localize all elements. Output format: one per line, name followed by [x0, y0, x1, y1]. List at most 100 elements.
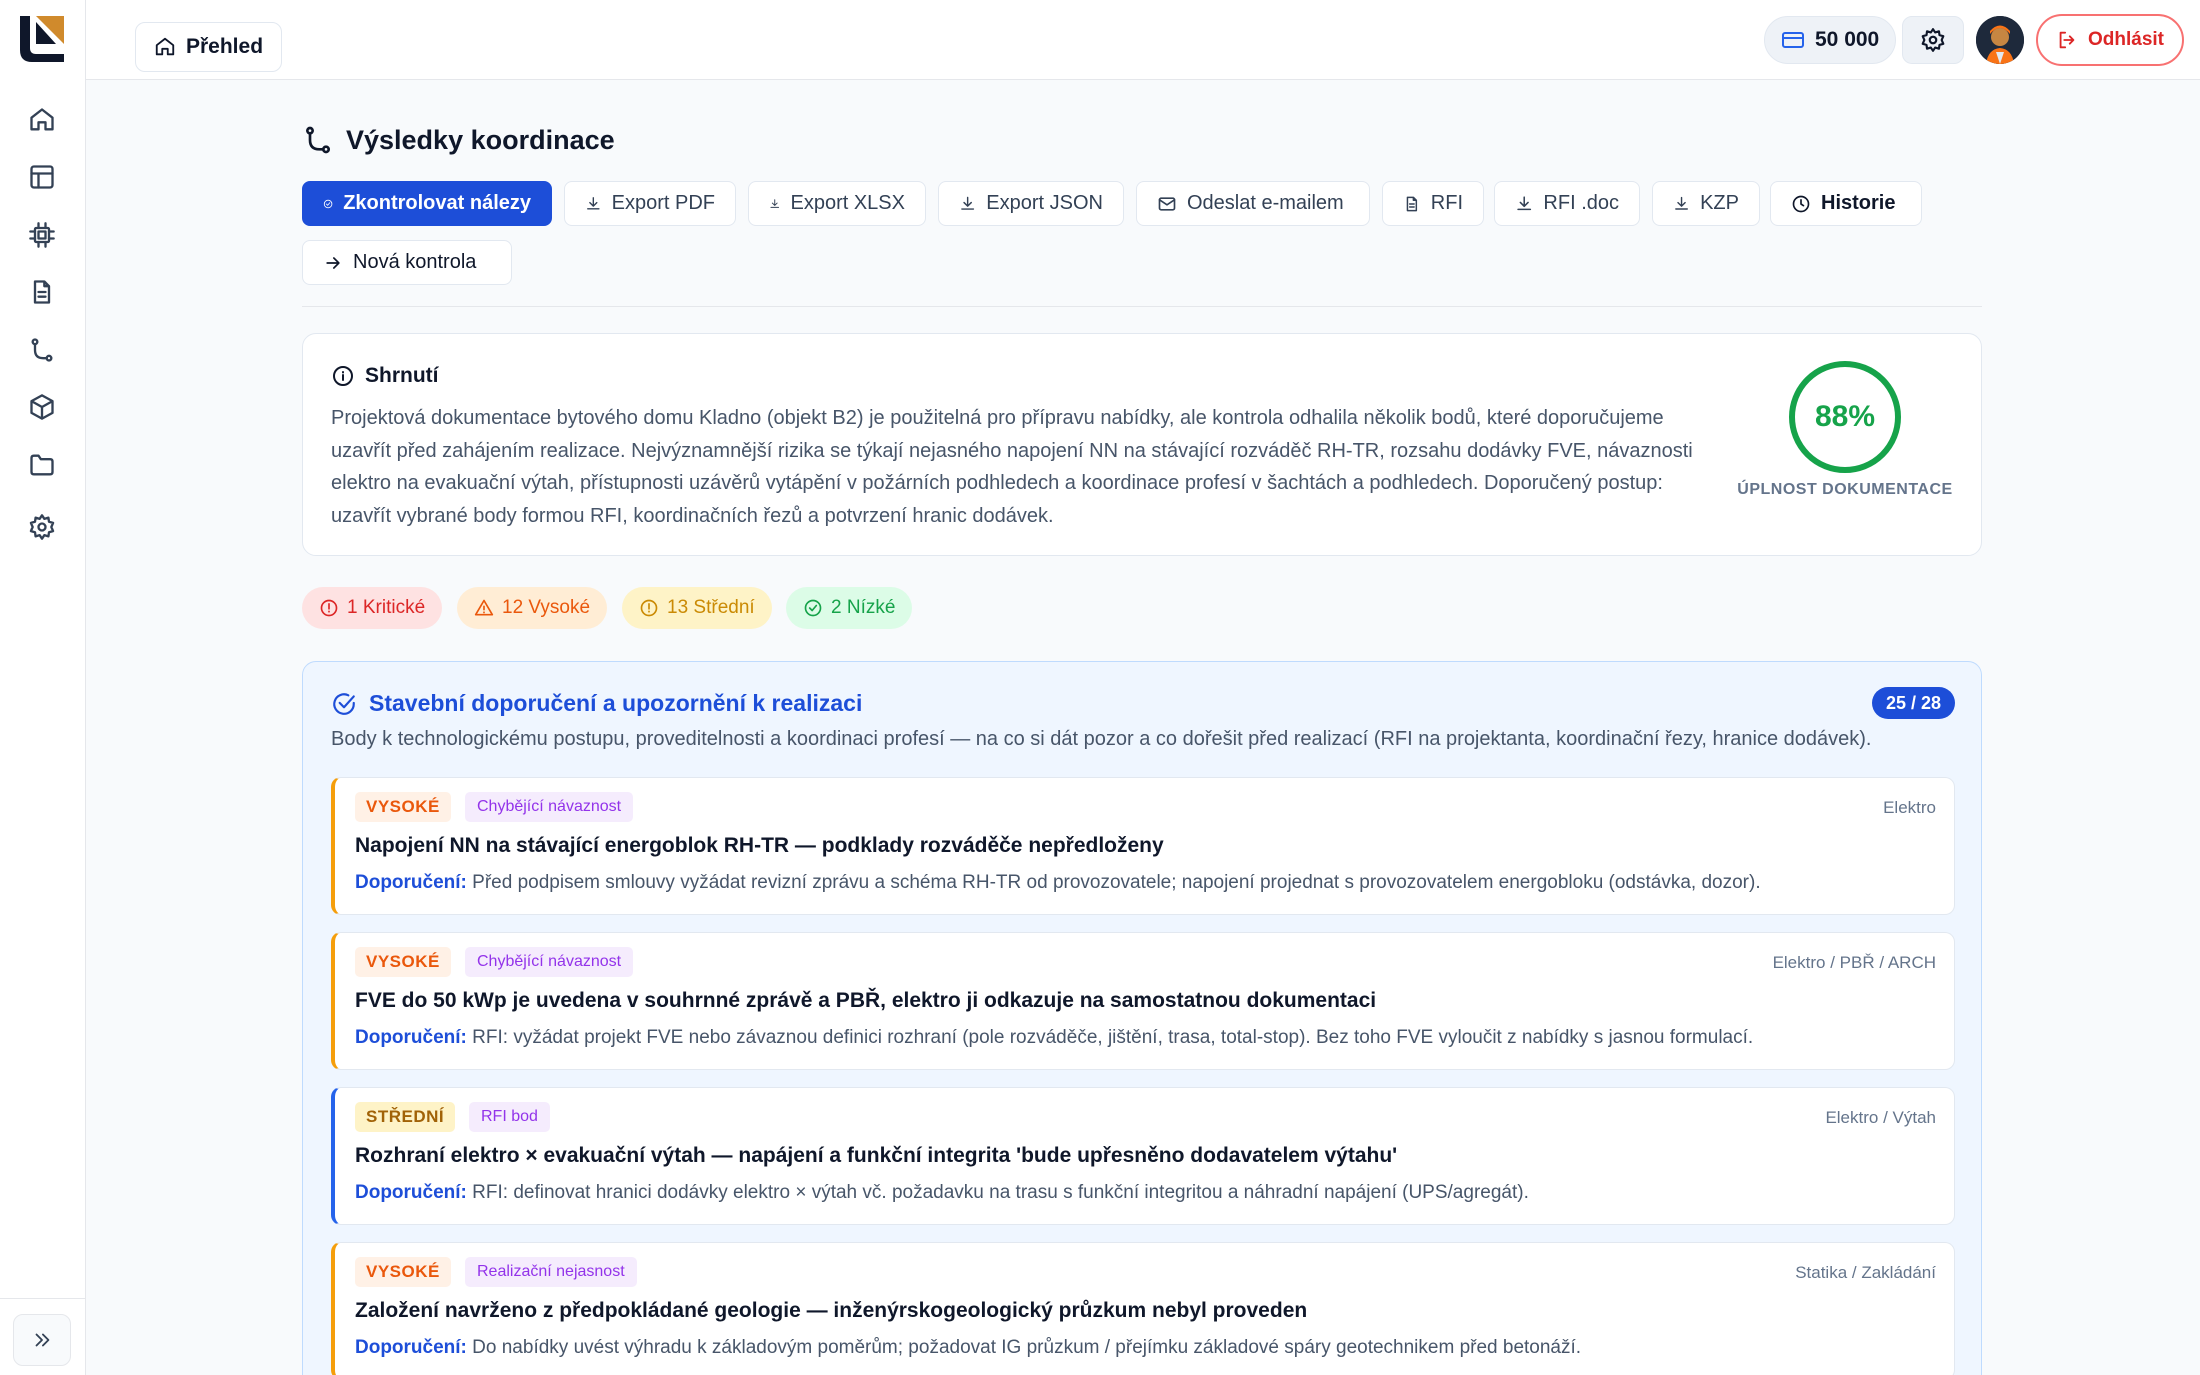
recommendation-label: Doporučení: — [355, 1027, 467, 1048]
expand-sidebar-button[interactable] — [13, 1314, 71, 1366]
nav-settings-icon[interactable] — [22, 507, 62, 547]
rfi-label: RFI — [1430, 192, 1463, 214]
panel-heading: Stavební doporučení a upozornění k reali… — [331, 690, 862, 717]
check-circle-icon — [804, 599, 822, 617]
export-json-button[interactable]: Export JSON — [938, 181, 1124, 226]
overview-button-label: Přehled — [186, 35, 264, 58]
nav-chip-icon[interactable] — [22, 215, 62, 255]
download-icon — [587, 196, 600, 210]
finding-title: FVE do 50 kWp je uvedena v souhrnné zprá… — [355, 989, 1377, 1012]
discipline-label: Elektro / PBŘ / ARCH — [1772, 953, 1936, 972]
finding-title: Rozhraní elektro × evakuační výtah — nap… — [355, 1144, 1398, 1167]
summary-heading: Shrnutí — [331, 364, 439, 388]
nav-document-icon[interactable] — [22, 272, 62, 312]
severity-badge: VYSOKÉ — [355, 947, 451, 977]
completeness-label: ÚPLNOST DOKUMENTACE — [1737, 481, 1953, 498]
new-check-button[interactable]: Nová kontrola — [302, 240, 512, 285]
history-label: Historie — [1821, 192, 1896, 214]
recommendation-text: RFI: vyžádat projekt FVE nebo závaznou d… — [472, 1027, 1754, 1048]
nav-folder-icon[interactable] — [22, 445, 62, 485]
severity-critical-pill[interactable]: 1 Kritické — [302, 587, 443, 629]
info-icon — [333, 366, 353, 386]
recommendation-text: Do nabídky uvést výhradu k základovým po… — [472, 1337, 1582, 1358]
new-check-label: Nová kontrola — [353, 251, 477, 273]
nav-coordination-icon[interactable] — [22, 330, 62, 370]
download-icon — [961, 196, 975, 210]
rfi-doc-button[interactable]: RFI .doc — [1494, 181, 1640, 226]
check-findings-button[interactable]: Zkontrolovat nálezy — [302, 181, 552, 226]
alert-circle-icon — [320, 599, 338, 617]
finding-recommendation: Doporučení: Před podpisem smlouvy vyžáda… — [355, 872, 1761, 894]
finding-card[interactable]: VYSOKÉ Chybějící návaznost Elektro Napoj… — [331, 777, 1955, 915]
recommendation-label: Doporučení: — [355, 1182, 467, 1203]
kzp-button[interactable]: KZP — [1652, 181, 1760, 226]
nav-package-icon[interactable] — [22, 387, 62, 427]
credits-value: 50 000 — [1815, 28, 1880, 51]
page-title: Výsledky koordinace — [302, 124, 615, 156]
recommendation-text: RFI: definovat hranici dodávky elektro ×… — [472, 1182, 1529, 1203]
category-tag: Chybějící návaznost — [465, 792, 634, 822]
credit-card-icon — [1782, 32, 1804, 48]
export-pdf-button[interactable]: Export PDF — [564, 181, 736, 226]
finding-recommendation: Doporučení: Do nabídky uvést výhradu k z… — [355, 1337, 1581, 1359]
kzp-label: KZP — [1700, 192, 1739, 214]
export-xlsx-button[interactable]: Export XLSX — [748, 181, 926, 226]
discipline-label: Elektro / Výtah — [1825, 1108, 1936, 1127]
clock-icon — [1792, 195, 1810, 212]
panel-description: Body k technologickému postupu, provedit… — [331, 728, 1872, 750]
severity-medium-label: 13 Střední — [667, 597, 755, 618]
finding-recommendation: Doporučení: RFI: definovat hranici dodáv… — [355, 1182, 1529, 1204]
summary-card: Shrnutí Projektová dokumentace bytového … — [302, 333, 1982, 556]
logout-icon — [2059, 31, 2075, 49]
sidebar-footer — [0, 1298, 86, 1375]
coordination-icon — [306, 126, 330, 154]
completeness-gauge: 88% — [1789, 361, 1901, 473]
severity-badge: VYSOKÉ — [355, 1257, 451, 1287]
warning-triangle-icon — [474, 599, 494, 616]
user-avatar[interactable] — [1976, 16, 2024, 64]
severity-low-pill[interactable]: 2 Nízké — [786, 587, 913, 629]
gear-icon — [1921, 28, 1945, 52]
severity-badge: STŘEDNÍ — [355, 1102, 456, 1132]
severity-high-label: 12 Vysoké — [502, 597, 591, 618]
credits-badge[interactable]: 50 000 — [1764, 16, 1897, 64]
severity-low-label: 2 Nízké — [831, 597, 896, 618]
export-xlsx-label: Export XLSX — [790, 192, 905, 214]
app-logo[interactable] — [18, 14, 68, 64]
recommendations-panel: Stavební doporučení a upozornění k reali… — [302, 661, 1982, 1375]
finding-card[interactable]: VYSOKÉ Chybějící návaznost Elektro / PBŘ… — [331, 932, 1955, 1070]
summary-text: Projektová dokumentace bytového domu Kla… — [331, 407, 1693, 527]
nav-home-icon[interactable] — [22, 100, 62, 140]
download-icon — [770, 198, 780, 208]
finding-card[interactable]: VYSOKÉ Realizační nejasnost Statika / Za… — [331, 1242, 1955, 1375]
check-circle-icon — [323, 199, 333, 208]
discipline-label: Statika / Zakládání — [1795, 1263, 1936, 1282]
toolbar-divider — [302, 306, 1982, 307]
history-button[interactable]: Historie — [1770, 181, 1922, 226]
logout-button-label: Odhlásit — [2088, 29, 2165, 50]
overview-button[interactable]: Přehled — [135, 22, 283, 72]
severity-high-pill[interactable]: 12 Vysoké — [457, 587, 608, 629]
category-tag: RFI bod — [469, 1102, 550, 1132]
rfi-doc-label: RFI .doc — [1543, 192, 1619, 214]
nav-layout-icon[interactable] — [22, 157, 62, 197]
mail-icon — [1158, 196, 1176, 211]
chevrons-right-icon — [35, 1333, 50, 1347]
logout-button[interactable]: Odhlásit — [2036, 14, 2185, 66]
export-pdf-label: Export PDF — [611, 192, 715, 214]
finding-card[interactable]: STŘEDNÍ RFI bod Elektro / Výtah Rozhraní… — [331, 1087, 1955, 1225]
send-email-button[interactable]: Odeslat e-mailem — [1136, 181, 1370, 226]
severity-medium-pill[interactable]: 13 Střední — [622, 587, 772, 629]
recommendation-label: Doporučení: — [355, 872, 467, 893]
recommendation-text: Před podpisem smlouvy vyžádat revizní zp… — [472, 872, 1761, 893]
recommendation-label: Doporučení: — [355, 1337, 467, 1358]
category-tag: Realizační nejasnost — [465, 1257, 637, 1287]
summary-title: Shrnutí — [365, 364, 439, 387]
check-findings-label: Zkontrolovat nálezy — [343, 192, 531, 214]
settings-button[interactable] — [1902, 16, 1964, 64]
download-icon — [1517, 195, 1532, 210]
info-circle-icon — [640, 599, 658, 617]
finding-title: Napojení NN na stávající energoblok RH-T… — [355, 834, 1164, 857]
rfi-button[interactable]: RFI — [1382, 181, 1484, 226]
completeness-value: 88% — [1814, 400, 1876, 433]
